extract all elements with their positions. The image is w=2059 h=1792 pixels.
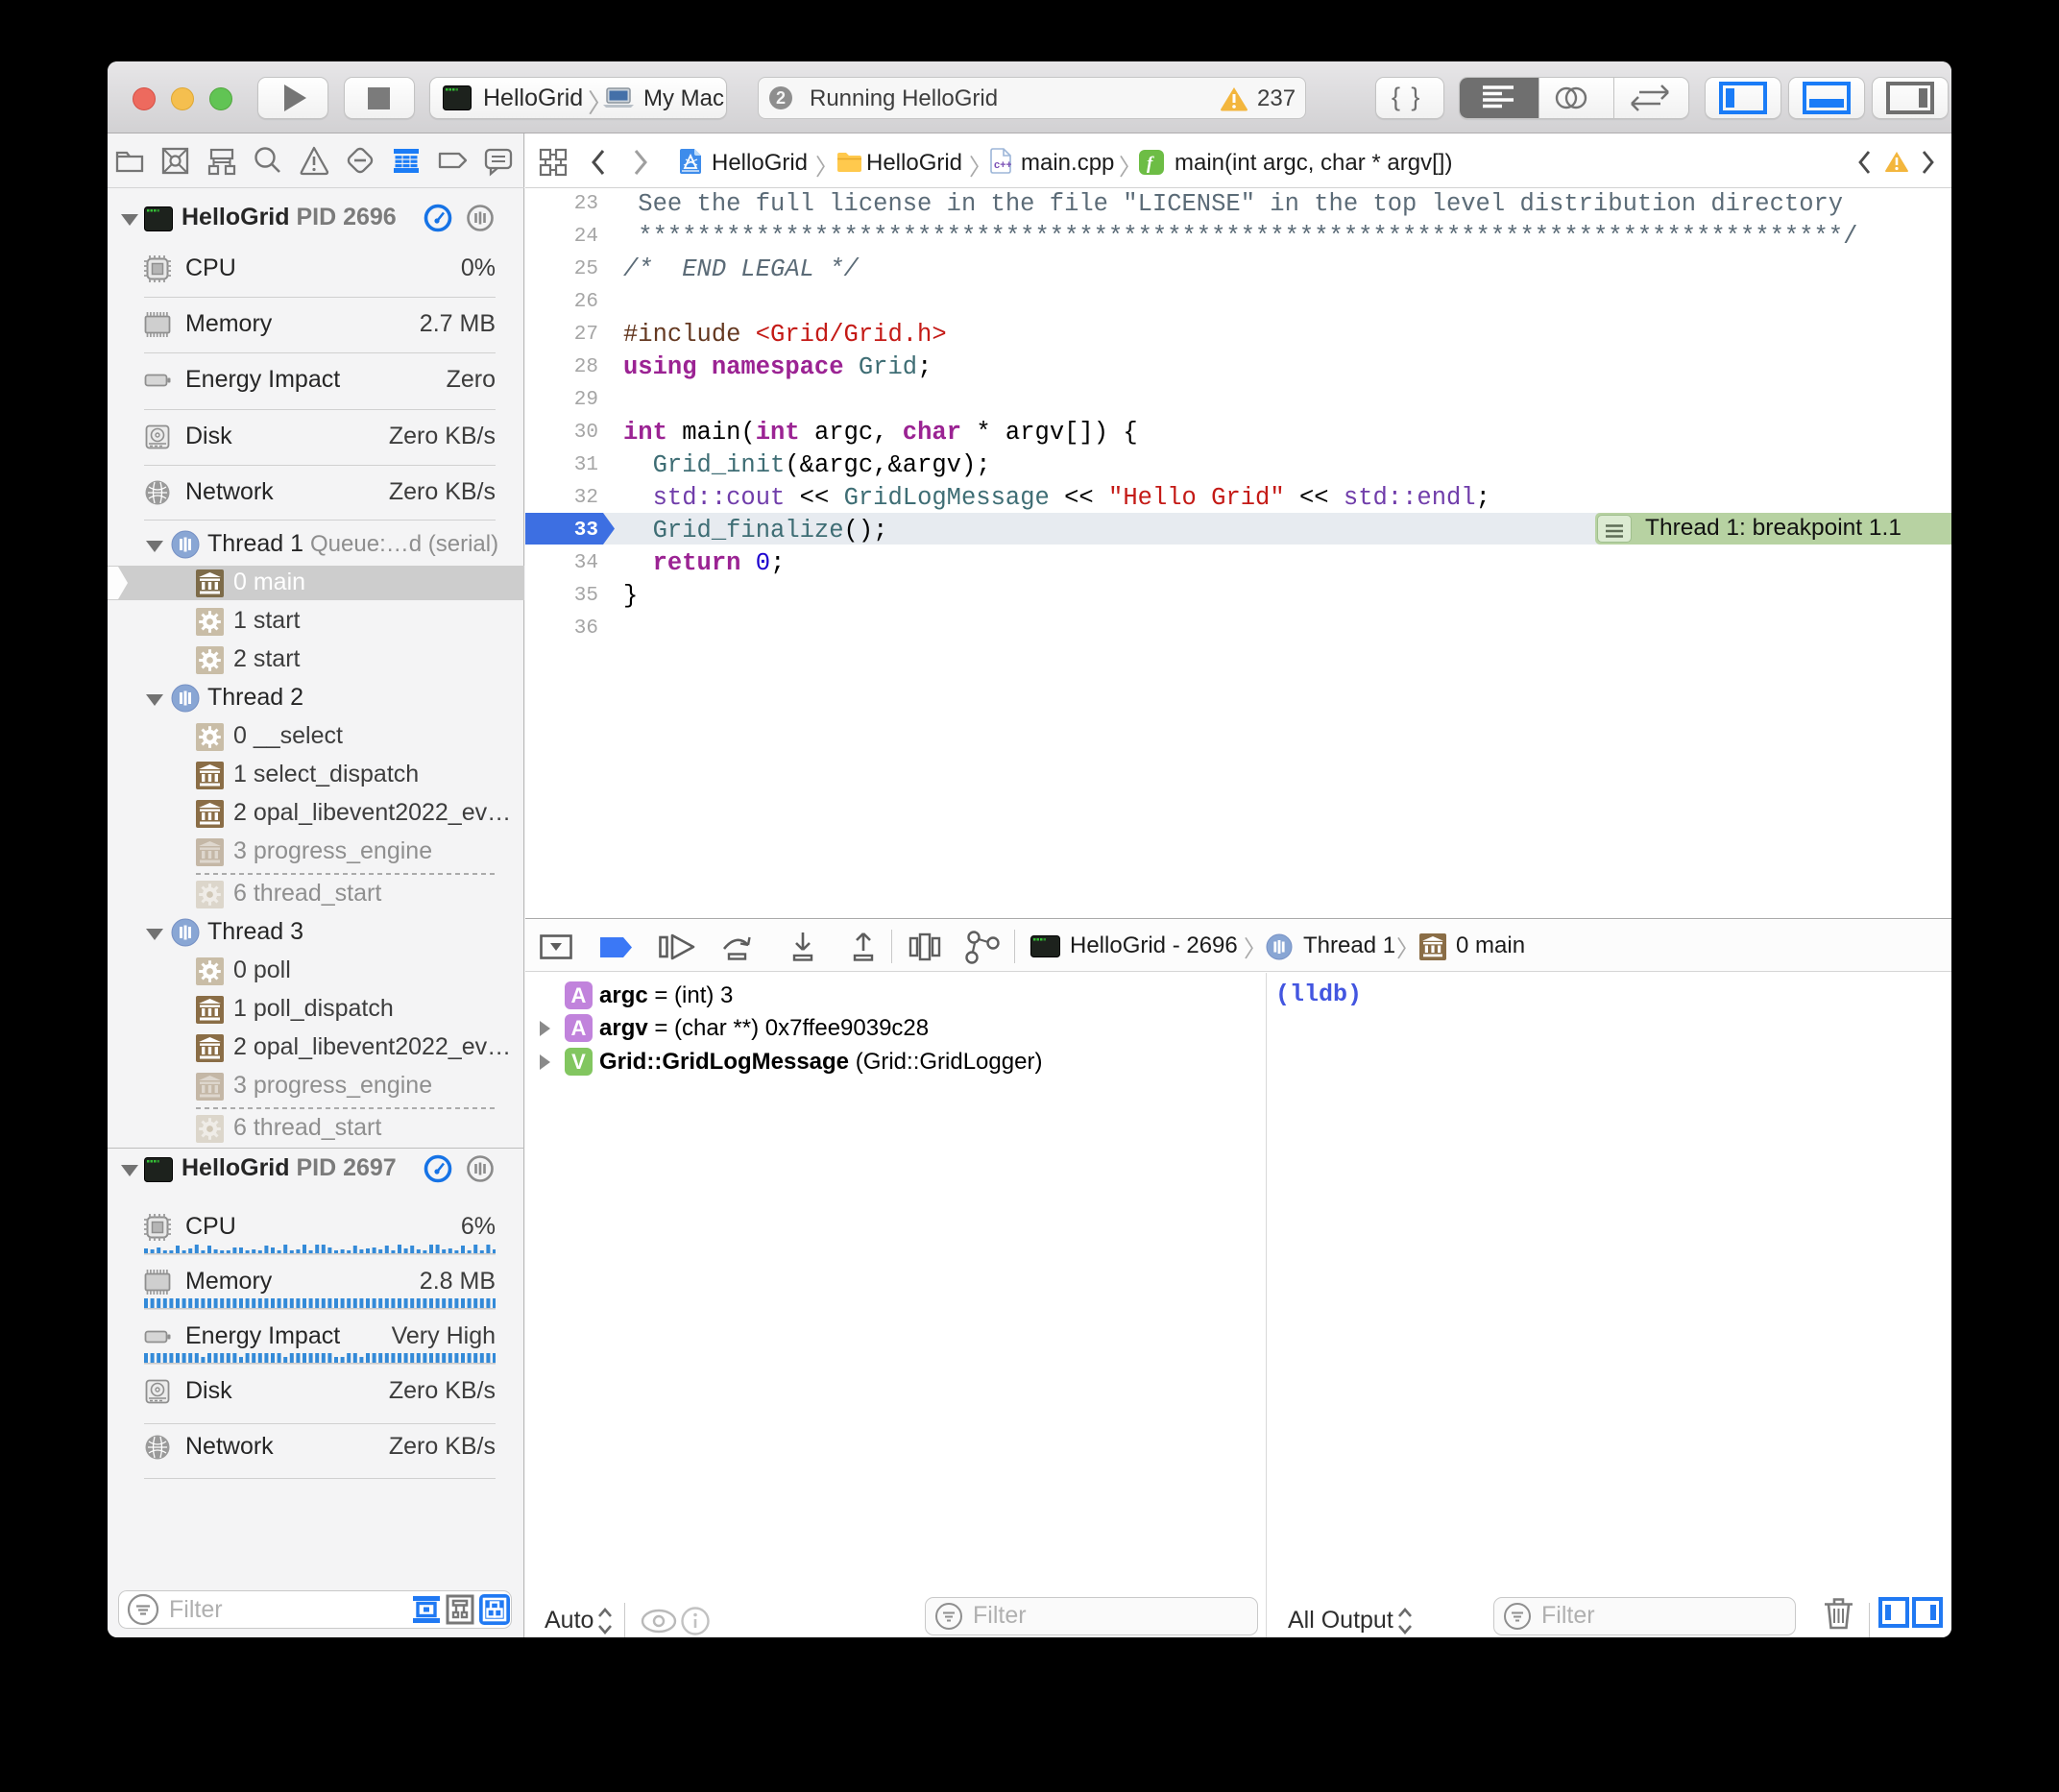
svg-text:c++: c++ <box>994 159 1011 171</box>
